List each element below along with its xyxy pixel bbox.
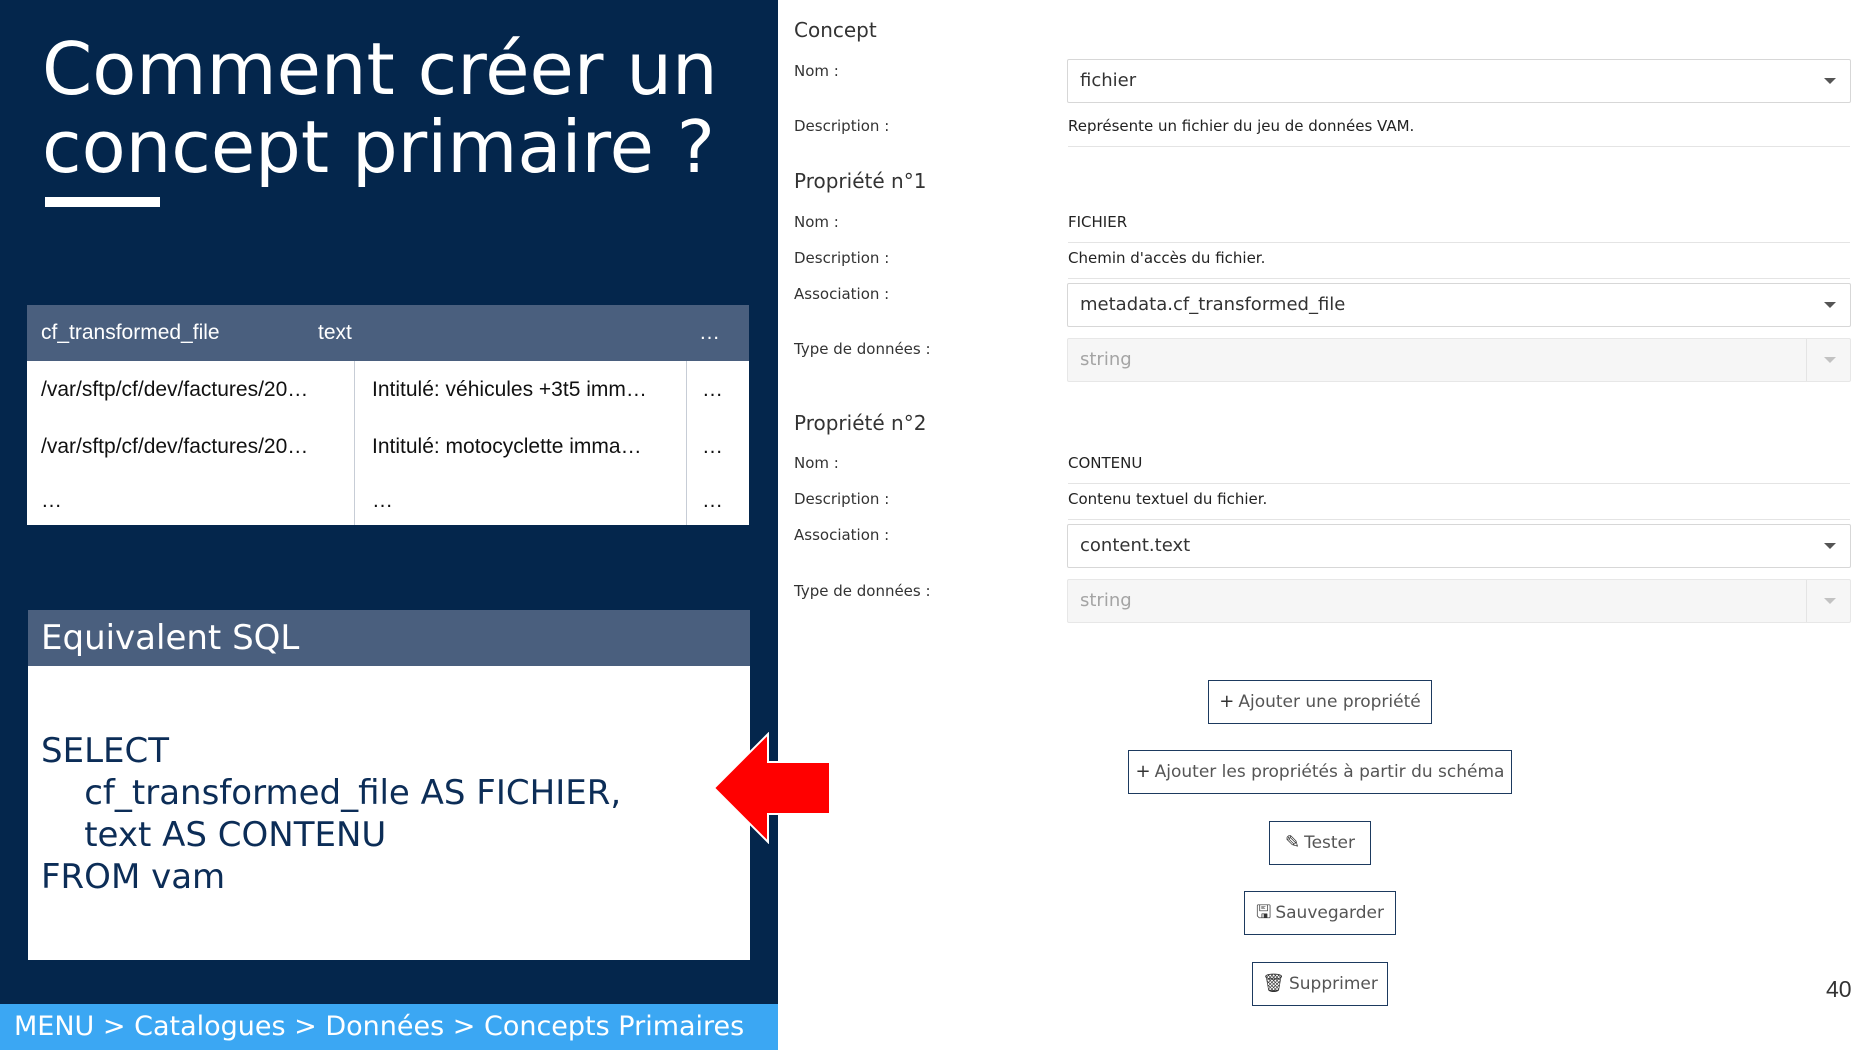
property-1-type-value: string: [1080, 349, 1132, 370]
table-cell: Intitulé: motocyclette imma…: [372, 435, 642, 458]
table-cell: Intitulé: véhicules +3t5 imm…: [372, 378, 647, 401]
concept-description-field[interactable]: Représente un fichier du jeu de données …: [1068, 111, 1850, 147]
add-property-button[interactable]: + Ajouter une propriété: [1208, 680, 1432, 724]
chevron-down-icon: [1824, 543, 1836, 549]
chevron-down-icon: [1824, 78, 1836, 84]
concept-description-label: Description :: [794, 117, 890, 135]
property-2-description-field[interactable]: Contenu textuel du fichier.: [1068, 484, 1850, 520]
title-underline: [45, 197, 160, 207]
property-2-type-value: string: [1080, 590, 1132, 611]
property-1-type-label: Type de données :: [794, 340, 931, 358]
concept-form: Concept Nom : fichier Description : Repr…: [778, 0, 1867, 1050]
trash-icon: 🗑: [1262, 973, 1285, 994]
property-2-name-label: Nom :: [794, 454, 839, 472]
table-cell: …: [41, 489, 62, 512]
plus-icon: +: [1135, 761, 1151, 782]
section-title-property-1: Propriété n°1: [794, 169, 927, 193]
property-1-association-select[interactable]: metadata.cf_transformed_file: [1067, 283, 1851, 327]
section-title-concept: Concept: [794, 18, 877, 42]
property-2-type-select: string: [1067, 579, 1851, 623]
delete-button[interactable]: 🗑 Supprimer: [1252, 962, 1388, 1006]
save-label: Sauvegarder: [1275, 903, 1384, 923]
pencil-icon: ✎: [1284, 832, 1301, 853]
slide-title-line-2: concept primaire ?: [42, 105, 715, 189]
table-cell: …: [702, 378, 723, 401]
test-label: Tester: [1304, 833, 1356, 853]
sql-equivalent-box: Equivalent SQL SELECT cf_transformed_fil…: [28, 610, 750, 960]
chevron-down-icon: [1824, 302, 1836, 308]
sql-line: FROM vam: [41, 857, 226, 897]
table-column-divider: [686, 361, 687, 525]
table-cell: /var/sftp/cf/dev/factures/20…: [41, 435, 309, 458]
concept-name-value: fichier: [1080, 70, 1137, 91]
table-header-more: …: [699, 321, 720, 344]
property-2-association-value: content.text: [1080, 535, 1191, 556]
sql-line: cf_transformed_file AS FICHIER,: [41, 773, 622, 813]
sql-header: Equivalent SQL: [28, 610, 750, 666]
chevron-down-icon: [1824, 357, 1836, 363]
slide-title: Comment créer un concept primaire ?: [42, 30, 762, 186]
delete-label: Supprimer: [1288, 974, 1378, 994]
page-number: 40: [1826, 976, 1852, 1002]
sql-line: text AS CONTENU: [41, 815, 387, 855]
save-button[interactable]: 🖫 Sauvegarder: [1244, 891, 1396, 935]
slide-title-line-1: Comment créer un: [42, 27, 718, 111]
sample-data-table: cf_transformed_file text … /var/sftp/cf/…: [27, 305, 749, 525]
property-2-type-label: Type de données :: [794, 582, 931, 600]
property-2-association-select[interactable]: content.text: [1067, 524, 1851, 568]
property-1-association-value: metadata.cf_transformed_file: [1080, 294, 1346, 315]
property-1-name-label: Nom :: [794, 213, 839, 231]
floppy-disk-icon: 🖫: [1256, 902, 1272, 923]
property-1-description-field[interactable]: Chemin d'accès du fichier.: [1068, 243, 1850, 279]
concept-name-select[interactable]: fichier: [1067, 59, 1851, 103]
chevron-down-icon: [1824, 598, 1836, 604]
breadcrumb: MENU > Catalogues > Données > Concepts P…: [0, 1004, 778, 1050]
table-column-divider: [354, 361, 355, 525]
property-1-type-select: string: [1067, 338, 1851, 382]
sql-code: SELECT cf_transformed_file AS FICHIER, t…: [41, 730, 621, 898]
property-1-association-label: Association :: [794, 285, 890, 303]
section-title-property-2: Propriété n°2: [794, 411, 927, 435]
property-2-description-label: Description :: [794, 490, 890, 508]
table-cell: …: [702, 489, 723, 512]
add-property-label: Ajouter une propriété: [1238, 692, 1421, 712]
table-cell: …: [372, 489, 393, 512]
concept-name-label: Nom :: [794, 62, 839, 80]
test-button[interactable]: ✎ Tester: [1269, 821, 1371, 865]
property-2-name-field[interactable]: CONTENU: [1068, 448, 1850, 484]
add-from-schema-button[interactable]: + Ajouter les propriétés à partir du sché…: [1128, 750, 1512, 794]
property-1-description-label: Description :: [794, 249, 890, 267]
plus-icon: +: [1219, 691, 1235, 712]
table-cell: …: [702, 435, 723, 458]
slide-panel: Comment créer un concept primaire ? cf_t…: [0, 0, 778, 1050]
table-header-text: text: [318, 321, 352, 344]
property-2-association-label: Association :: [794, 526, 890, 544]
property-1-name-field[interactable]: FICHIER: [1068, 207, 1850, 243]
sql-line: SELECT: [41, 731, 169, 771]
table-cell: /var/sftp/cf/dev/factures/20…: [41, 378, 309, 401]
add-from-schema-label: Ajouter les propriétés à partir du schém…: [1154, 762, 1505, 782]
